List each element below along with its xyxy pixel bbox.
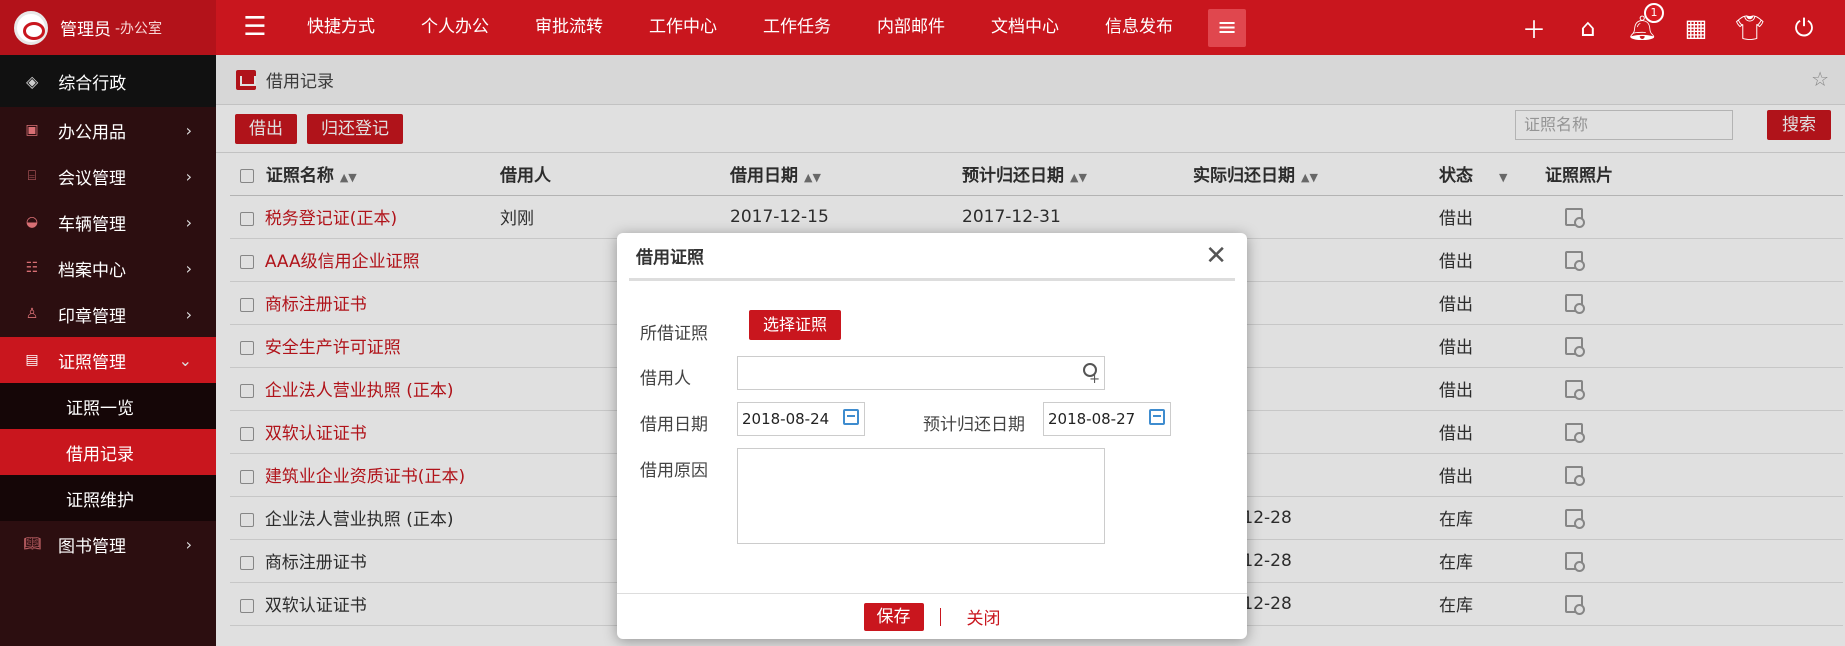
sidebar-item-books[interactable]: 📖︎ 图书管理 › <box>0 521 216 567</box>
sidebar: ◈ 综合行政 ▣ 办公用品 › ⌸ 会议管理 › ◒ 车辆管理 › ☷ 档案中心… <box>0 55 216 646</box>
borrow-date-label: 借用日期 <box>640 415 708 435</box>
borrow-date-input[interactable]: 2018-08-24 <box>737 402 865 436</box>
sidebar-header-label: 综合行政 <box>58 73 127 94</box>
sidebar-item-label: 印章管理 <box>58 306 126 327</box>
dialog-title: 借用证照 <box>629 233 1235 281</box>
add-user-icon[interactable] <box>1080 363 1100 385</box>
close-button[interactable]: 关闭 <box>967 604 1001 629</box>
nav-item-approval[interactable]: 审批流转 <box>512 0 626 55</box>
due-date-input[interactable]: 2018-08-27 <box>1043 402 1171 436</box>
chevron-right-icon: › <box>185 258 192 278</box>
seal-icon: ♙ <box>25 306 39 322</box>
reason-label: 借用原因 <box>640 461 708 481</box>
menu-toggle-icon[interactable]: ☰ <box>240 13 270 43</box>
borrow-dialog: 借用证照 ✕ 所借证照 选择证照 借用人 借用日期 2018-08-24 预计归… <box>617 233 1247 639</box>
borrower-input[interactable] <box>737 356 1105 390</box>
sidebar-subitem-borrow-records[interactable]: 借用记录 <box>0 429 216 475</box>
sidebar-item-office-supplies[interactable]: ▣ 办公用品 › <box>0 107 216 153</box>
apps-icon[interactable]: ▦ <box>1669 14 1723 42</box>
home-icon[interactable]: ⌂ <box>1561 14 1615 42</box>
chevron-right-icon: › <box>185 534 192 554</box>
license-icon: ▤ <box>25 352 39 368</box>
nav-item-shortcuts[interactable]: 快捷方式 <box>284 0 398 55</box>
meeting-icon: ⌸ <box>27 168 37 184</box>
due-date-label: 预计归还日期 <box>923 415 1025 435</box>
theme-shirt-icon[interactable]: 👕︎ <box>1723 14 1777 42</box>
borrow-date-value: 2018-08-24 <box>742 410 830 428</box>
sidebar-item-label: 会议管理 <box>58 168 126 189</box>
sidebar-item-archives[interactable]: ☷ 档案中心 › <box>0 245 216 291</box>
user-dept: -办公室 <box>115 20 163 37</box>
notification-badge: 1 <box>1644 2 1664 23</box>
company-logo <box>14 10 48 45</box>
sidebar-item-vehicles[interactable]: ◒ 车辆管理 › <box>0 199 216 245</box>
calendar-icon[interactable] <box>843 409 859 425</box>
dialog-footer: 保存 关闭 <box>617 593 1247 639</box>
more-menu-icon[interactable]: ≡ <box>1208 8 1246 47</box>
sidebar-item-meetings[interactable]: ⌸ 会议管理 › <box>0 153 216 199</box>
sidebar-item-seals[interactable]: ♙ 印章管理 › <box>0 291 216 337</box>
nav-item-tasks[interactable]: 工作任务 <box>740 0 854 55</box>
book-icon: 📖︎ <box>23 536 41 552</box>
chevron-down-icon: ⌄ <box>178 350 192 370</box>
sidebar-item-label: 图书管理 <box>58 536 126 557</box>
sidebar-header[interactable]: ◈ 综合行政 <box>0 55 216 107</box>
sidebar-item-label: 车辆管理 <box>58 214 126 235</box>
sidebar-subitem-license-list[interactable]: 证照一览 <box>0 383 216 429</box>
choose-license-button[interactable]: 选择证照 <box>749 310 842 340</box>
add-icon[interactable]: ＋ <box>1507 10 1561 45</box>
reason-textarea[interactable] <box>737 448 1105 544</box>
bell-icon[interactable]: 🔔︎ 1 <box>1615 2 1669 42</box>
calendar-icon[interactable] <box>1149 409 1165 425</box>
nav-item-work-center[interactable]: 工作中心 <box>626 0 740 55</box>
nav-item-news[interactable]: 信息发布 <box>1082 0 1196 55</box>
nav-item-docs[interactable]: 文档中心 <box>968 0 1082 55</box>
printer-icon: ▣ <box>25 122 39 138</box>
borrower-label: 借用人 <box>640 369 691 389</box>
archive-icon: ☷ <box>25 260 39 276</box>
license-label: 所借证照 <box>640 324 708 344</box>
chevron-right-icon: › <box>185 166 192 186</box>
layers-icon: ◈ <box>26 71 39 91</box>
nav-item-mail[interactable]: 内部邮件 <box>854 0 968 55</box>
save-button[interactable]: 保存 <box>863 602 924 631</box>
close-icon[interactable]: ✕ <box>1205 241 1227 271</box>
divider <box>939 607 941 626</box>
sidebar-item-label: 证照管理 <box>58 352 126 373</box>
power-icon[interactable]: ⏻ <box>1777 14 1831 42</box>
sidebar-subitem-license-maintenance[interactable]: 证照维护 <box>0 475 216 521</box>
top-bar: 管理员 -办公室 ☰ 快捷方式 个人办公 审批流转 工作中心 工作任务 内部邮件… <box>0 0 1845 55</box>
sidebar-item-label: 办公用品 <box>58 122 126 143</box>
brand: 管理员 -办公室 <box>0 0 216 55</box>
due-date-value: 2018-08-27 <box>1048 410 1136 428</box>
nav-item-personal[interactable]: 个人办公 <box>398 0 512 55</box>
sidebar-item-licenses[interactable]: ▤ 证照管理 ⌄ <box>0 337 216 383</box>
top-nav: 快捷方式 个人办公 审批流转 工作中心 工作任务 内部邮件 文档中心 信息发布 <box>284 0 1196 55</box>
chevron-right-icon: › <box>185 212 192 232</box>
chevron-right-icon: › <box>185 304 192 324</box>
chevron-right-icon: › <box>185 120 192 140</box>
user-name: 管理员 <box>60 20 111 40</box>
sidebar-item-label: 档案中心 <box>58 260 126 281</box>
car-icon: ◒ <box>25 214 39 230</box>
top-actions: ＋ ⌂ 🔔︎ 1 ▦ 👕︎ ⏻ <box>1507 0 1831 55</box>
